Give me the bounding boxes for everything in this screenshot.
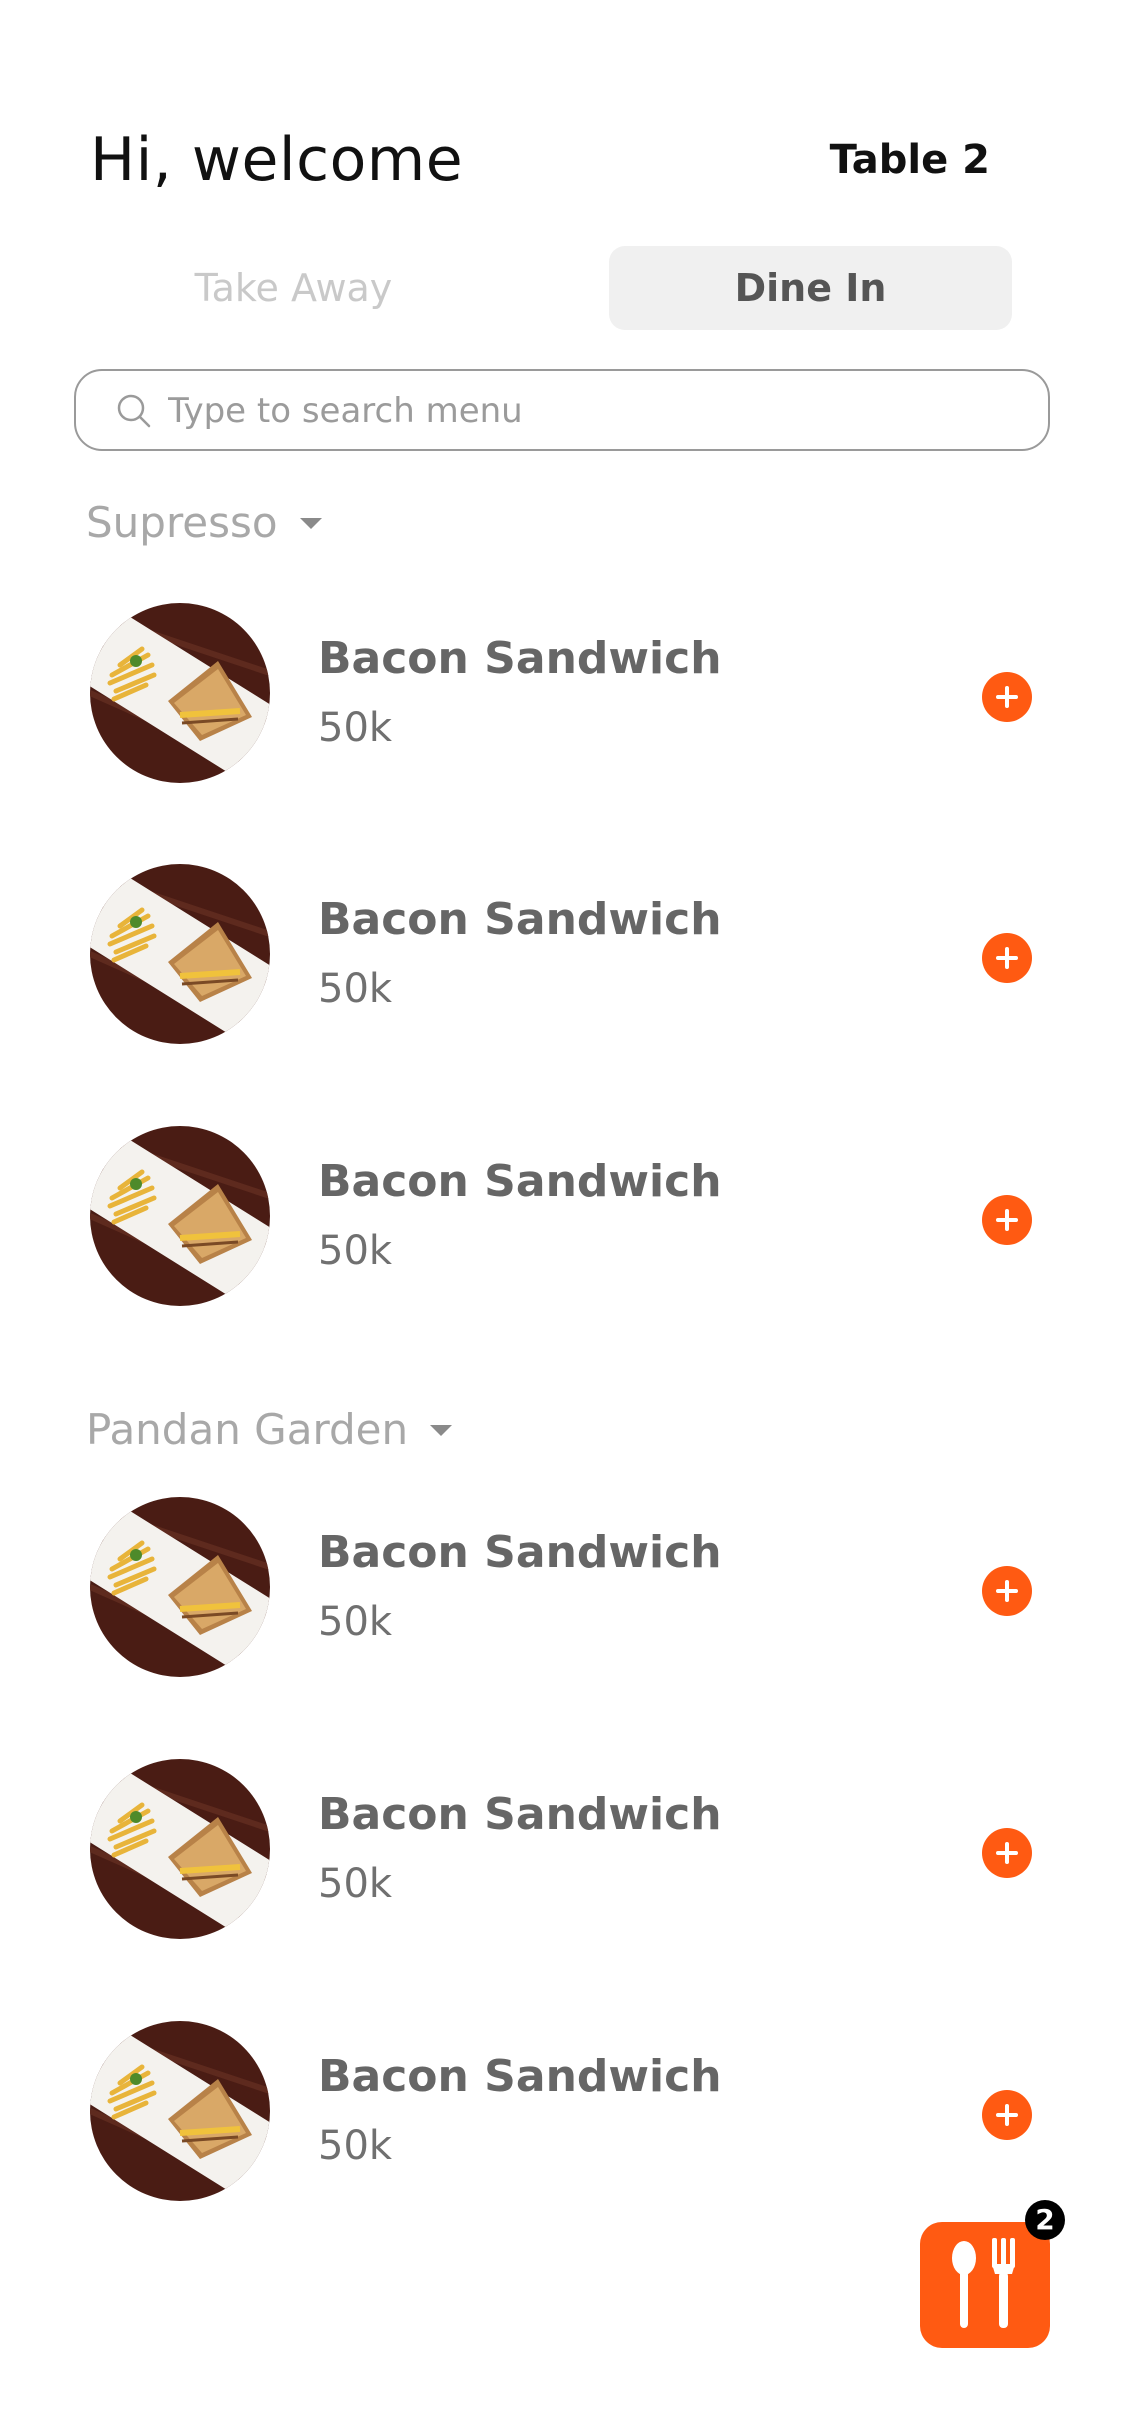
add-item-button[interactable] <box>982 672 1032 722</box>
item-image <box>90 1126 270 1306</box>
utensils-icon <box>952 2238 1015 2328</box>
item-name: Bacon Sandwich <box>318 1789 722 1840</box>
caret-down-icon <box>299 517 322 529</box>
table-number: Table 2 <box>829 137 990 183</box>
menu-item[interactable]: Bacon Sandwich 50k <box>90 603 1040 783</box>
search-icon <box>117 394 151 428</box>
cart-count-badge: 2 <box>1025 2200 1065 2240</box>
menu-item[interactable]: Bacon Sandwich 50k <box>90 1497 1040 1677</box>
category-header-supresso[interactable]: Supresso <box>86 493 322 553</box>
item-price: 50k <box>318 1599 393 1645</box>
search-bar[interactable] <box>74 369 1050 451</box>
item-image <box>90 2021 270 2201</box>
item-name: Bacon Sandwich <box>318 1527 722 1578</box>
item-name: Bacon Sandwich <box>318 633 722 684</box>
add-item-button[interactable] <box>982 1566 1032 1616</box>
menu-item[interactable]: Bacon Sandwich 50k <box>90 864 1040 1044</box>
menu-item[interactable]: Bacon Sandwich 50k <box>90 1126 1040 1306</box>
item-image <box>90 864 270 1044</box>
header: Hi, welcome Table 2 <box>90 120 1000 200</box>
add-item-button[interactable] <box>982 1828 1032 1878</box>
add-item-button[interactable] <box>982 2090 1032 2140</box>
add-item-button[interactable] <box>982 1195 1032 1245</box>
category-label: Pandan Garden <box>86 1405 409 1454</box>
search-input[interactable] <box>166 371 1010 451</box>
item-price: 50k <box>318 1228 393 1274</box>
item-image <box>90 603 270 783</box>
item-image <box>90 1497 270 1677</box>
item-name: Bacon Sandwich <box>318 2051 722 2102</box>
add-item-button[interactable] <box>982 933 1032 983</box>
tab-take-away[interactable]: Take Away <box>92 246 495 330</box>
menu-item[interactable]: Bacon Sandwich 50k <box>90 1759 1040 1939</box>
item-name: Bacon Sandwich <box>318 894 722 945</box>
item-price: 50k <box>318 966 393 1012</box>
item-image <box>90 1759 270 1939</box>
item-price: 50k <box>318 2123 393 2169</box>
item-name: Bacon Sandwich <box>318 1156 722 1207</box>
category-label: Supresso <box>86 498 278 547</box>
caret-down-icon <box>430 1424 453 1436</box>
cart-button[interactable] <box>920 2222 1050 2348</box>
greeting-title: Hi, welcome <box>90 125 464 195</box>
item-price: 50k <box>318 705 393 751</box>
category-header-pandan-garden[interactable]: Pandan Garden <box>86 1400 453 1460</box>
tab-dine-in[interactable]: Dine In <box>609 246 1012 330</box>
menu-item[interactable]: Bacon Sandwich 50k <box>90 2021 1040 2201</box>
order-mode-tabs: Take Away Dine In <box>92 246 1012 330</box>
item-price: 50k <box>318 1861 393 1907</box>
